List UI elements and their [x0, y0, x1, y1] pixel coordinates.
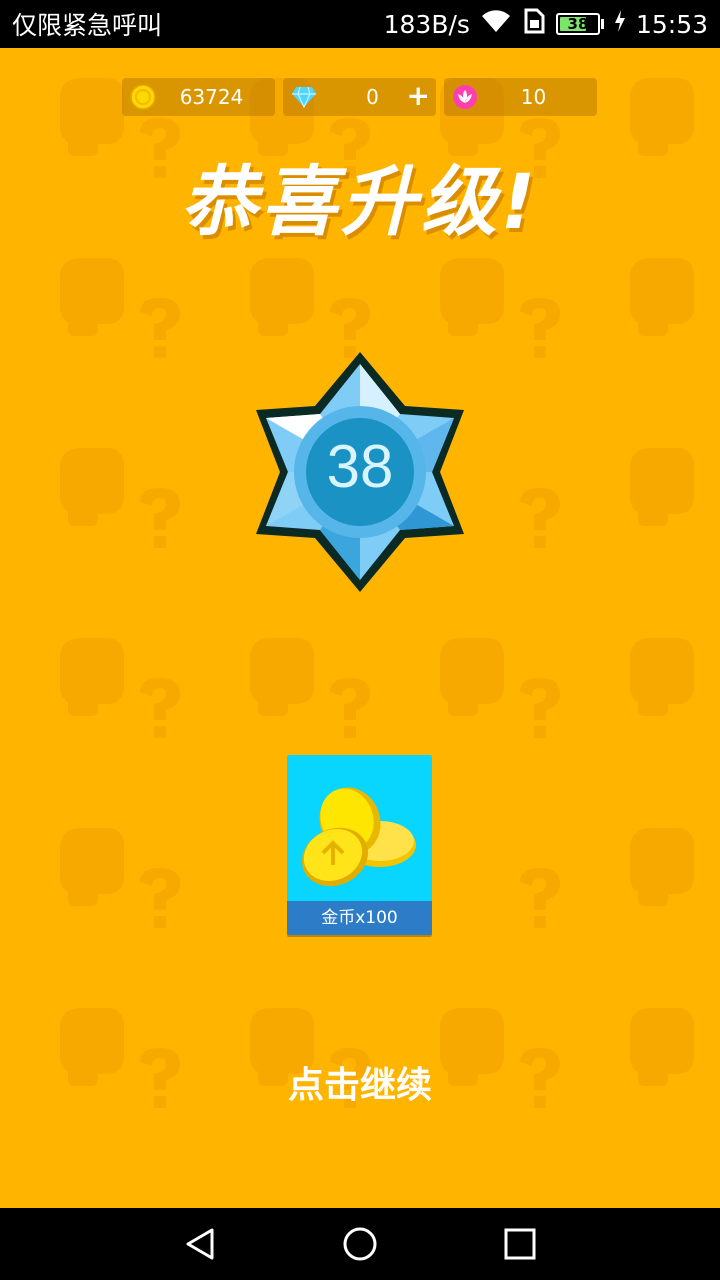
lotus-icon: [452, 84, 478, 110]
clock: 15:53: [635, 9, 708, 39]
status-right: 183B/s 38 15:53: [384, 8, 708, 40]
lotus-counter: 10: [444, 78, 597, 116]
gold-value: 63724: [179, 85, 244, 109]
continue-button[interactable]: 点击继续: [0, 1056, 720, 1108]
recents-icon[interactable]: [496, 1220, 544, 1268]
level-badge: 38: [240, 344, 480, 604]
home-icon[interactable]: [336, 1220, 384, 1268]
gold-counter: 63724: [122, 78, 275, 116]
reward-card: 金币x100: [287, 755, 432, 935]
battery-icon: 38: [555, 13, 604, 35]
network-speed: 183B/s: [383, 9, 470, 39]
diamond-icon: [291, 84, 317, 110]
back-icon[interactable]: [176, 1220, 224, 1268]
wifi-icon: [480, 8, 512, 40]
charging-icon: [614, 9, 626, 39]
sim-icon: [522, 8, 546, 40]
gold-coins-icon: [301, 787, 416, 887]
level-up-screen[interactable]: 63724 0 + 10 恭喜升级! 38 金币x100 点击继续: [0, 48, 720, 1208]
navigation-bar: [0, 1208, 720, 1280]
currency-bar: 63724 0 + 10: [122, 78, 597, 116]
add-diamond-button[interactable]: +: [407, 82, 430, 110]
lotus-value: 10: [520, 85, 547, 109]
status-bar: 仅限紧急呼叫 183B/s 38 15:53: [0, 0, 720, 48]
level-number: 38: [326, 433, 394, 500]
coin-icon: [130, 84, 156, 110]
battery-level: 38: [567, 15, 589, 33]
level-up-title: 恭喜升级!: [180, 157, 540, 246]
reward-label: 金币x100: [287, 901, 432, 935]
carrier-text: 仅限紧急呼叫: [12, 11, 163, 40]
diamond-counter[interactable]: 0 +: [283, 78, 436, 116]
